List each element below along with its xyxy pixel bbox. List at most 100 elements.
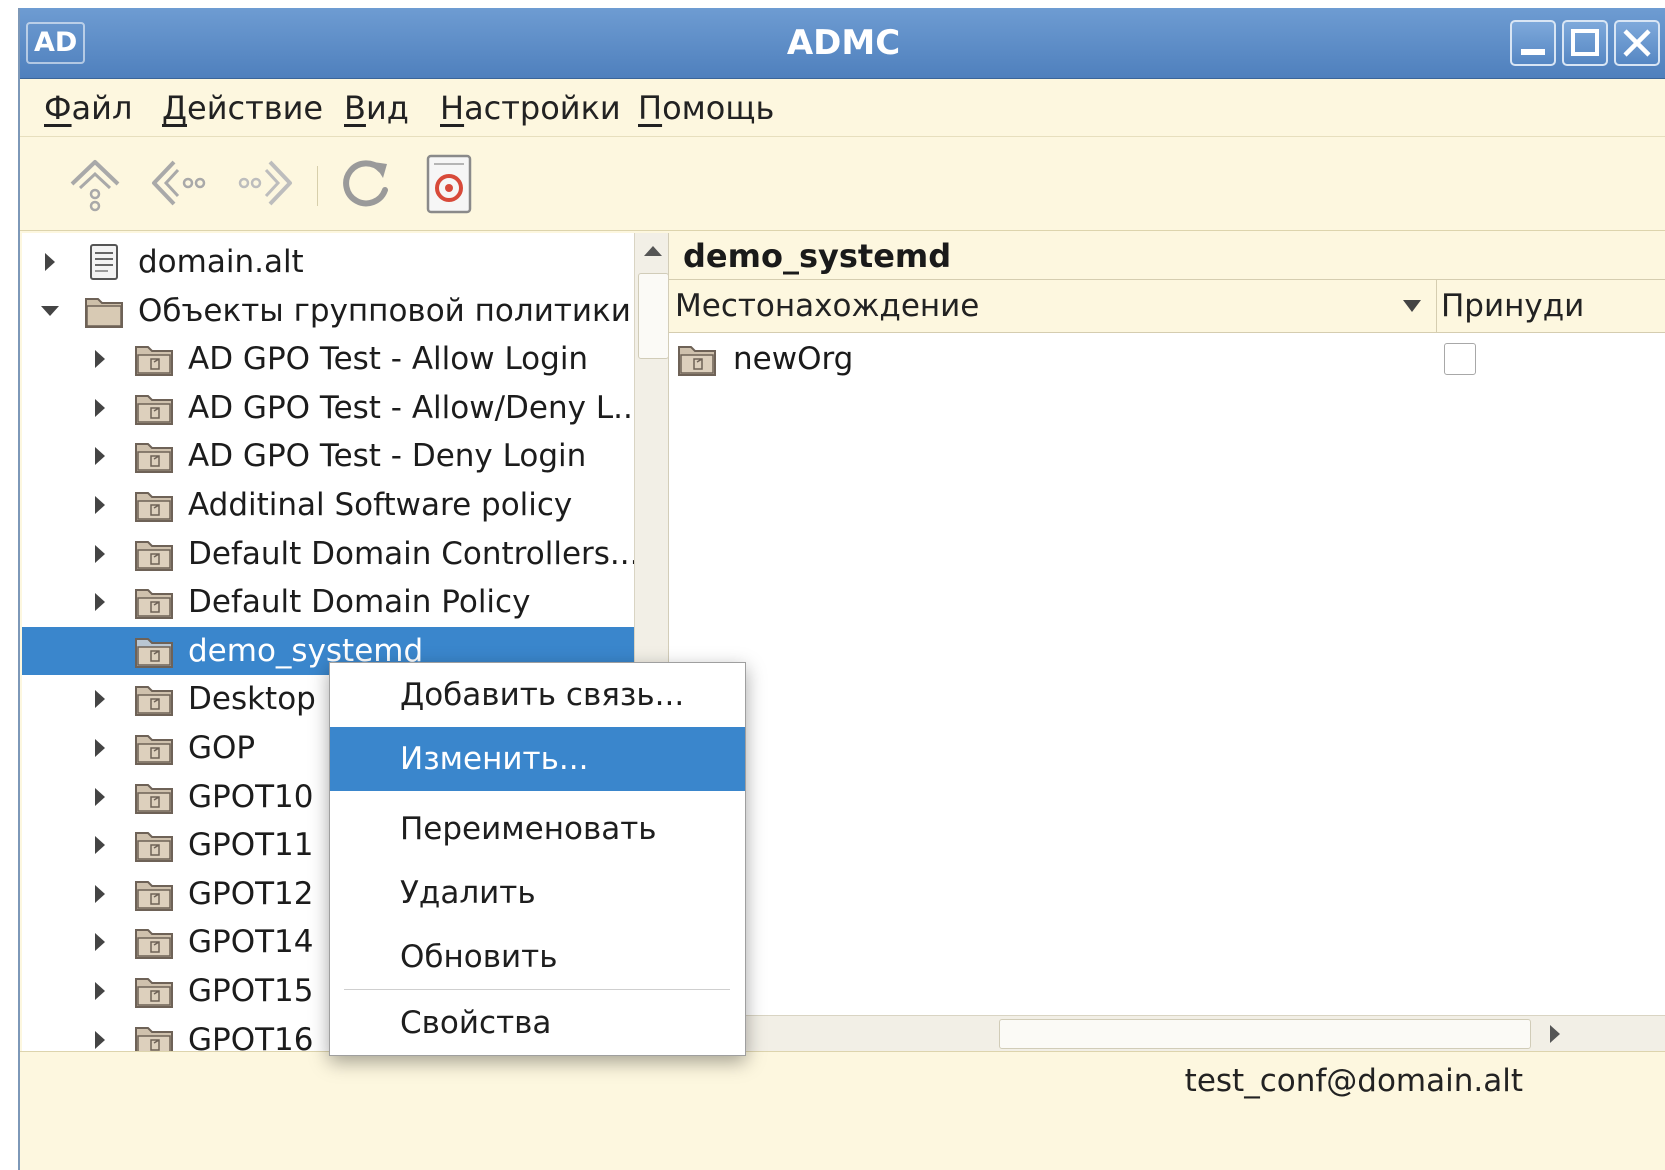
details-title: demo_systemd: [683, 237, 952, 275]
gpo-icon: [134, 631, 174, 671]
tree-item-label: AD GPO Test - Allow/Deny L...: [188, 389, 634, 426]
tree-item[interactable]: Default Domain Policy: [22, 578, 634, 626]
tree-item[interactable]: Объекты групповой политики: [22, 287, 634, 335]
back-button[interactable]: [146, 150, 212, 216]
tree-item[interactable]: AD GPO Test - Allow/Deny L...: [22, 384, 634, 432]
expand-arrow-right-icon[interactable]: [90, 592, 110, 612]
table-header: Местонахождение Принуди: [669, 279, 1665, 333]
toolbar-separator: [317, 166, 318, 206]
tree-item-label: Объекты групповой политики: [138, 292, 631, 329]
tree-item-label: AD GPO Test - Deny Login: [188, 438, 587, 475]
admc-window: AD ADMC Файл Действие Вид Настройки Помо…: [18, 8, 1665, 1170]
chevron-right-icon: [1550, 1025, 1560, 1043]
refresh-button[interactable]: [333, 150, 399, 216]
tree-item-label: Desktop: [188, 681, 316, 718]
expand-arrow-right-icon[interactable]: [90, 981, 110, 1001]
tree-item-label: GPOT16: [188, 1021, 314, 1051]
gpo-icon: [134, 679, 174, 719]
window-title: ADMC: [786, 23, 901, 63]
menu-bar: Файл Действие Вид Настройки Помощь: [20, 80, 1665, 137]
link-location: newOrg: [733, 341, 854, 377]
navigate-up-button[interactable]: [62, 150, 128, 216]
tree-item-label: Additinal Software policy: [188, 487, 573, 523]
expand-arrow-right-icon[interactable]: [90, 544, 110, 564]
console-tree-icon: [426, 154, 472, 214]
tree-item-label: Default Domain Controllers...: [188, 535, 634, 572]
tree-item-label: domain.alt: [138, 244, 304, 280]
column-header-location[interactable]: Местонахождение: [675, 280, 979, 332]
details-horizontal-scrollbar[interactable]: [669, 1015, 1665, 1051]
expand-arrow-right-icon[interactable]: [90, 446, 110, 466]
tree-item[interactable]: Default Domain Controllers...: [22, 530, 634, 578]
table-row[interactable]: newOrg: [669, 333, 1665, 385]
expand-arrow-right-icon[interactable]: [90, 932, 110, 952]
details-panel: demo_systemd Местонахождение Принуди new…: [668, 233, 1665, 1051]
gpo-icon: [134, 825, 174, 865]
expand-arrow-right-icon[interactable]: [90, 398, 110, 418]
scroll-thumb[interactable]: [638, 273, 669, 359]
gpo-icon: [134, 436, 174, 476]
tree-item-label: GOP: [188, 730, 256, 766]
menu-action[interactable]: Действие: [162, 80, 323, 136]
tree-item[interactable]: AD GPO Test - Deny Login: [22, 432, 634, 480]
gpo-icon: [134, 1020, 174, 1051]
server-icon: [84, 242, 124, 282]
column-divider[interactable]: [1436, 280, 1437, 332]
expand-arrow-right-icon[interactable]: [90, 495, 110, 515]
menu-help[interactable]: Помощь: [638, 80, 774, 136]
menu-item-edit[interactable]: Изменить...: [330, 727, 745, 791]
tree-item-label: GPOT14: [188, 924, 314, 961]
menu-item-rename[interactable]: Переименовать: [330, 797, 745, 861]
tree-item-label: AD GPO Test - Allow Login: [188, 341, 589, 378]
enforced-checkbox[interactable]: [1444, 343, 1476, 375]
column-header-enforced[interactable]: Принуди: [1441, 280, 1584, 332]
menu-item-delete[interactable]: Удалить: [330, 861, 745, 925]
expand-arrow-right-icon[interactable]: [90, 835, 110, 855]
folder-icon: [84, 291, 124, 331]
gpo-icon: [134, 777, 174, 817]
gpo-icon: [134, 971, 174, 1011]
menu-separator: [344, 989, 730, 990]
tree-item[interactable]: Additinal Software policy: [22, 481, 634, 529]
tree-item-label: Default Domain Policy: [188, 584, 531, 621]
expand-arrow-right-icon[interactable]: [90, 884, 110, 904]
tree-item-label: GPOT15: [188, 973, 314, 1009]
status-bar: test_conf@domain.alt: [20, 1051, 1665, 1110]
scroll-right-button[interactable]: [1537, 1016, 1573, 1051]
navigate-up-icon: [70, 160, 120, 212]
menu-view[interactable]: Вид: [344, 80, 409, 136]
minimize-icon: [1521, 49, 1545, 55]
menu-file[interactable]: Файл: [44, 80, 132, 136]
console-tree-button[interactable]: [416, 150, 482, 216]
gpo-icon: [134, 922, 174, 962]
expand-arrow-right-icon[interactable]: [90, 349, 110, 369]
menu-item-refresh[interactable]: Обновить: [330, 925, 745, 989]
tree-item[interactable]: domain.alt: [22, 238, 634, 286]
expand-arrow-right-icon[interactable]: [90, 1030, 110, 1050]
menu-item-properties[interactable]: Свойства: [330, 991, 745, 1055]
scroll-up-button[interactable]: [635, 233, 671, 269]
back-icon: [152, 160, 206, 206]
status-user: test_conf@domain.alt: [1184, 1063, 1523, 1099]
menu-item-add-link[interactable]: Добавить связь...: [330, 663, 745, 727]
close-icon: [1623, 29, 1651, 57]
menu-settings[interactable]: Настройки: [440, 80, 621, 136]
title-bar[interactable]: AD ADMC: [20, 8, 1665, 79]
minimize-button[interactable]: [1510, 20, 1556, 66]
scroll-thumb[interactable]: [999, 1019, 1531, 1049]
maximize-button[interactable]: [1562, 20, 1608, 66]
expand-arrow-right-icon[interactable]: [90, 787, 110, 807]
gpo-icon: [134, 485, 174, 525]
expand-arrow-right-icon[interactable]: [40, 252, 60, 272]
forward-button[interactable]: [232, 150, 298, 216]
forward-icon: [238, 160, 292, 206]
expand-arrow-down-icon[interactable]: [40, 301, 60, 321]
expand-arrow-right-icon[interactable]: [90, 689, 110, 709]
tree-item-label: GPOT10: [188, 778, 314, 815]
details-header: demo_systemd: [669, 233, 1665, 279]
ou-icon: [677, 339, 717, 379]
tree-item[interactable]: AD GPO Test - Allow Login: [22, 335, 634, 383]
expand-arrow-right-icon[interactable]: [90, 738, 110, 758]
close-button[interactable]: [1614, 20, 1660, 66]
refresh-icon: [343, 160, 388, 207]
